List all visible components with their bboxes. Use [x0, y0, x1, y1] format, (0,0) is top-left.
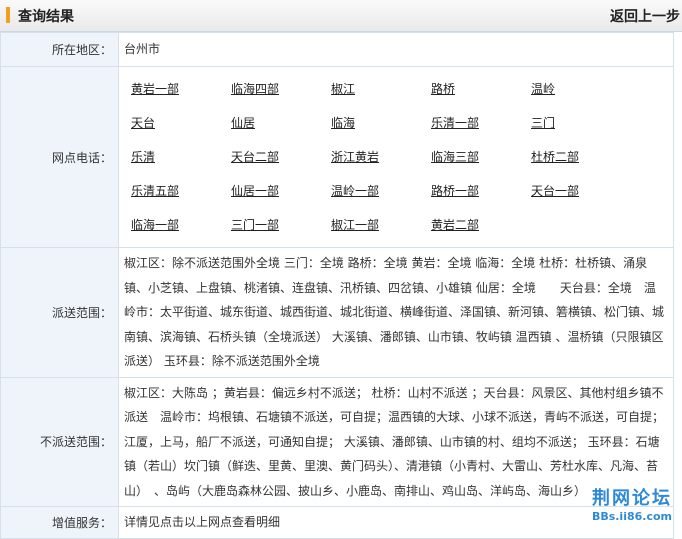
branch-link[interactable]: 三门	[531, 106, 631, 140]
area-value: 台州市	[118, 32, 674, 67]
branch-link[interactable]: 黄岩二部	[431, 208, 531, 242]
branch-link[interactable]: 杜桥二部	[531, 140, 631, 174]
branch-link[interactable]: 天台	[131, 106, 231, 140]
branch-link[interactable]: 椒江一部	[331, 208, 431, 242]
nodelivery-value: 椒江区：大陈岛 ；黄岩县：偏远乡村不派送； 杜桥：山村不派送 ；天台县：风景区、…	[118, 376, 674, 507]
branch-link[interactable]: 路桥	[431, 72, 531, 106]
service-label: 增值服务：	[0, 506, 119, 539]
row-area: 所在地区： 台州市	[0, 32, 674, 67]
branch-link[interactable]: 浙江黄岩	[331, 140, 431, 174]
branch-link[interactable]: 仙居	[231, 106, 331, 140]
back-button[interactable]: 返回上一步	[610, 6, 680, 26]
branch-link[interactable]: 黄岩一部	[131, 72, 231, 106]
row-service: 增值服务： 详情见点击以上网点查看明细	[0, 506, 674, 539]
delivery-value: 椒江区：除不派送范围外全境 三门：全境 路桥：全境 黄岩：全境 临海：全境 杜桥…	[118, 247, 674, 378]
service-value: 详情见点击以上网点查看明细	[118, 506, 674, 539]
branch-link[interactable]: 天台二部	[231, 140, 331, 174]
branch-link[interactable]: 临海四部	[231, 72, 331, 106]
branch-link[interactable]: 椒江	[331, 72, 431, 106]
row-nodelivery: 不派送范围： 椒江区：大陈岛 ；黄岩县：偏远乡村不派送； 杜桥：山村不派送 ；天…	[0, 376, 674, 507]
branch-link-grid: 黄岩一部 临海四部 椒江 路桥 温岭天台 仙居 临海 乐清一部 三门乐清 天台二部 浙江黄岩 临海三部…	[120, 68, 672, 246]
branch-link[interactable]: 乐清一部	[431, 106, 531, 140]
branch-link[interactable]: 乐清	[131, 140, 231, 174]
branch-link[interactable]: 温岭	[531, 72, 631, 106]
branch-link[interactable]: 临海	[331, 106, 431, 140]
branch-link[interactable]: 乐清五部	[131, 174, 231, 208]
result-table: 所在地区： 台州市 网点电话： 黄岩一部 临海四部 椒江 路桥 温岭天台 仙居 临海 乐清一部…	[0, 32, 674, 539]
nodelivery-label: 不派送范围：	[0, 376, 119, 507]
page-title: 查询结果	[18, 9, 74, 25]
branch-link[interactable]: 仙居一部	[231, 174, 331, 208]
row-phones: 网点电话： 黄岩一部 临海四部 椒江 路桥 温岭天台 仙居 临海 乐清一部 三门乐清 天台二部 浙江…	[0, 66, 674, 248]
watermark-title: 荆网论坛	[591, 488, 672, 509]
header-accent-bar	[6, 7, 10, 23]
forum-watermark: 荆网论坛 BBs.ii86.com	[592, 484, 672, 523]
branch-link[interactable]: 温岭一部	[331, 174, 431, 208]
row-delivery: 派送范围： 椒江区：除不派送范围外全境 三门：全境 路桥：全境 黄岩：全境 临海…	[0, 247, 674, 378]
result-header: 查询结果 返回上一步	[0, 0, 682, 32]
branch-link[interactable]: 三门一部	[231, 208, 331, 242]
branch-link[interactable]: 临海三部	[431, 140, 531, 174]
phones-cell: 黄岩一部 临海四部 椒江 路桥 温岭天台 仙居 临海 乐清一部 三门乐清 天台二部 浙江黄岩 临海三部…	[118, 66, 674, 248]
branch-link[interactable]: 天台一部	[531, 174, 631, 208]
delivery-label: 派送范围：	[0, 247, 119, 378]
branch-link[interactable]: 临海一部	[131, 208, 231, 242]
phones-label: 网点电话：	[0, 66, 119, 248]
area-label: 所在地区：	[0, 32, 119, 67]
branch-link[interactable]: 路桥一部	[431, 174, 531, 208]
watermark-url: BBs.ii86.com	[591, 510, 672, 523]
